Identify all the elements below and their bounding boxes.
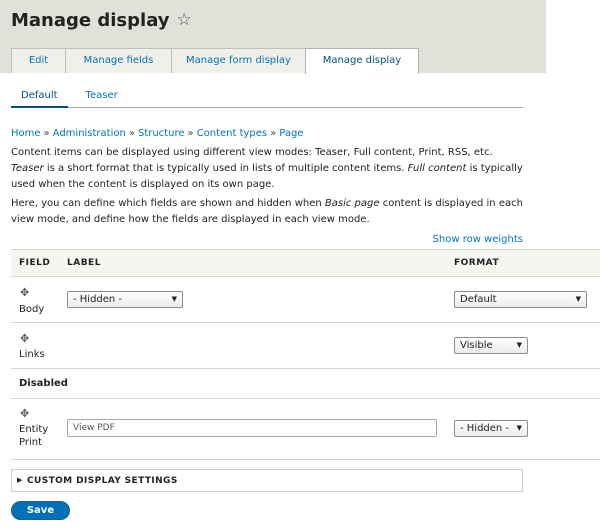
drag-handle-icon[interactable]: ✥ (20, 408, 29, 419)
field-name-line: Entity (19, 424, 49, 435)
save-button[interactable]: Save (11, 501, 70, 520)
help-text-part: Here, you can define which fields are sh… (11, 198, 325, 209)
subtab-default[interactable]: Default (11, 86, 68, 108)
star-outline-icon[interactable]: ☆ (177, 12, 192, 29)
format-select-value: Visible (460, 340, 493, 351)
page-title-text: Manage display (11, 10, 170, 31)
subtab-teaser[interactable]: Teaser (76, 86, 128, 107)
format-select-value: - Hidden - (460, 423, 510, 434)
help-text-fields: Here, you can define which fields are sh… (11, 196, 526, 228)
column-header-field: FIELD (19, 258, 51, 268)
breadcrumb-structure[interactable]: Structure (138, 128, 185, 139)
format-select-value: Default (460, 294, 497, 305)
chevron-down-icon: ▼ (516, 424, 522, 432)
field-display-table: FIELD LABEL FORMAT ✥ Body - Hidden - ▼ D… (11, 249, 600, 460)
chevron-down-icon: ▼ (171, 295, 177, 303)
primary-tabs: Edit Manage fields Manage form display M… (11, 48, 419, 74)
field-name: Links (19, 349, 45, 360)
breadcrumb-separator: » (187, 128, 194, 139)
drag-handle-icon[interactable]: ✥ (20, 333, 29, 344)
breadcrumb-administration[interactable]: Administration (53, 128, 126, 139)
label-select[interactable]: - Hidden - ▼ (67, 291, 183, 308)
triangle-right-icon: ▶ (17, 476, 23, 484)
help-text-part: is a short format that is typically used… (43, 163, 408, 174)
tab-manage-form-display[interactable]: Manage form display (171, 48, 306, 73)
help-text-part: Content items can be displayed using dif… (11, 147, 493, 158)
table-row-links: ✥ Links Visible ▼ (11, 323, 600, 369)
breadcrumb-separator: » (128, 128, 135, 139)
breadcrumb-separator: » (43, 128, 50, 139)
details-summary[interactable]: CUSTOM DISPLAY SETTINGS (27, 476, 178, 486)
format-select[interactable]: - Hidden - ▼ (454, 420, 528, 437)
chevron-down-icon: ▼ (575, 295, 581, 303)
chevron-down-icon: ▼ (516, 341, 522, 349)
field-name: Entity Print (19, 423, 48, 449)
drag-handle-icon[interactable]: ✥ (20, 287, 29, 298)
column-header-format: FORMAT (454, 258, 500, 268)
region-title-disabled: Disabled (19, 378, 68, 389)
help-text-emphasis: Teaser (11, 163, 44, 174)
secondary-tabs: Default Teaser (11, 86, 523, 108)
region-title-row: Disabled (11, 369, 600, 399)
table-header: FIELD LABEL FORMAT (11, 249, 600, 277)
help-text-emphasis: Full content (407, 163, 467, 174)
label-text-input[interactable]: View PDF (67, 419, 437, 437)
page-header: Manage display ☆ Edit Manage fields Mana… (0, 0, 546, 74)
tab-edit[interactable]: Edit (11, 48, 66, 73)
help-text-emphasis: Basic page (324, 198, 380, 209)
breadcrumb-content-types[interactable]: Content types (197, 128, 268, 139)
tab-manage-display[interactable]: Manage display (305, 48, 419, 74)
column-header-label: LABEL (67, 258, 101, 268)
tab-manage-fields[interactable]: Manage fields (65, 48, 172, 73)
breadcrumb-home[interactable]: Home (11, 128, 41, 139)
custom-display-settings-details[interactable]: ▶ CUSTOM DISPLAY SETTINGS (11, 469, 523, 492)
field-name-line: Print (19, 437, 43, 448)
page-title: Manage display ☆ (11, 10, 192, 31)
table-row-body: ✥ Body - Hidden - ▼ Default ▼ (11, 277, 600, 323)
help-text-view-modes: Content items can be displayed using dif… (11, 145, 526, 193)
show-row-weights-link[interactable]: Show row weights (433, 234, 523, 245)
breadcrumb-page[interactable]: Page (279, 128, 303, 139)
table-row-entity-print: ✥ Entity Print View PDF - Hidden - ▼ (11, 399, 600, 460)
field-name: Body (19, 304, 45, 315)
breadcrumb-separator: » (270, 128, 277, 139)
format-select[interactable]: Default ▼ (454, 291, 587, 308)
format-select[interactable]: Visible ▼ (454, 337, 528, 354)
breadcrumb: Home» Administration» Structure» Content ty… (11, 128, 303, 139)
label-select-value: - Hidden - (73, 294, 123, 305)
